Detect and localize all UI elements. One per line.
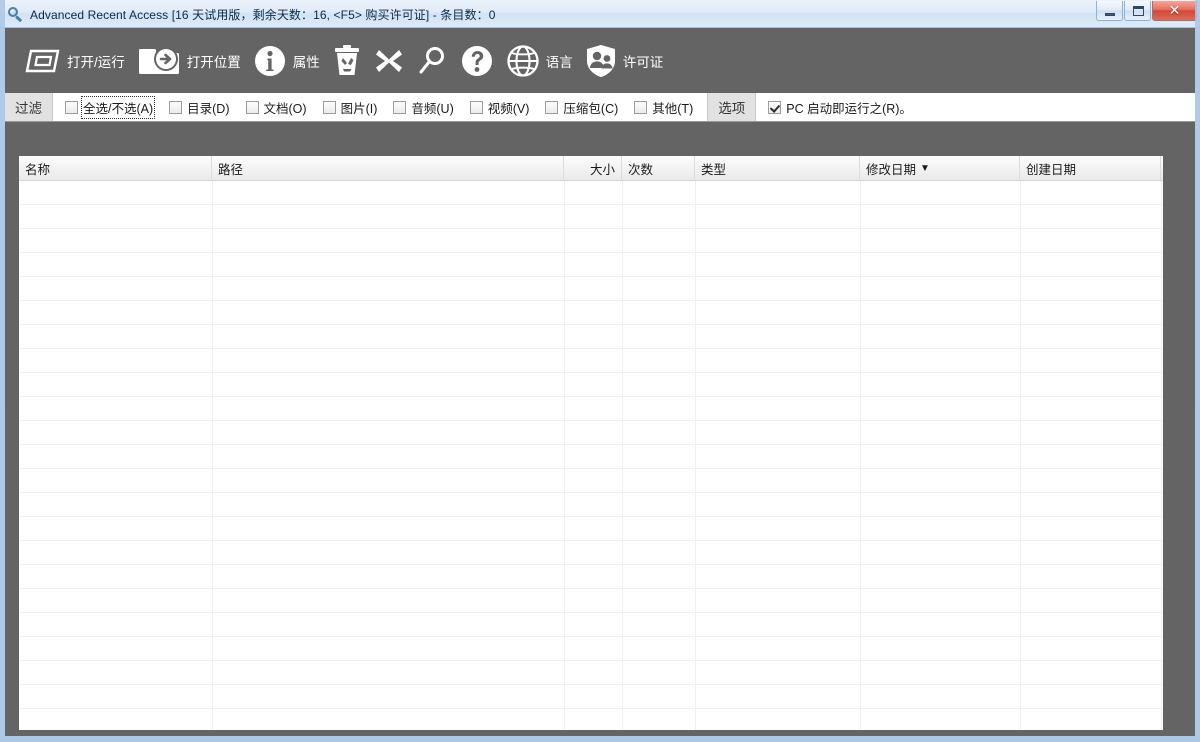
application-window: Advanced Recent Access [16 天试用版，剩余天数：16,… — [0, 0, 1200, 742]
window-frame-border — [0, 0, 1200, 742]
